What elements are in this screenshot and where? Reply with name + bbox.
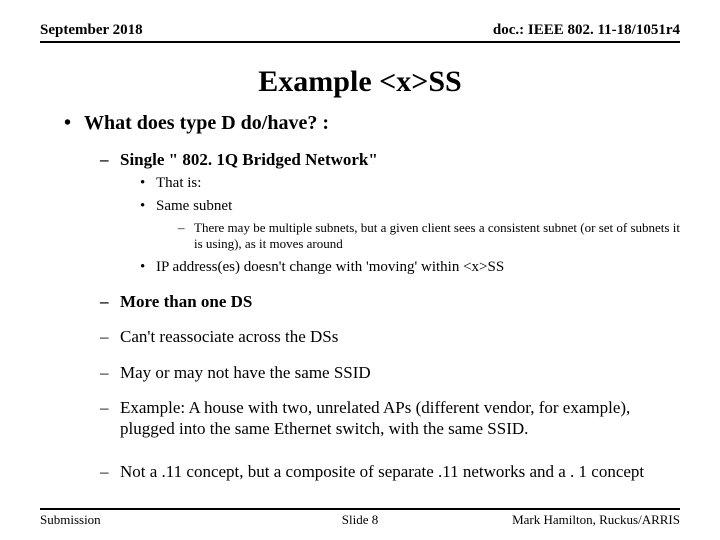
bullet-question: What does type D do/have? :: [40, 111, 680, 135]
bullet-ip-no-change: IP address(es) doesn't change with 'movi…: [40, 258, 680, 277]
bullet-multi-subnets: There may be multiple subnets, but a giv…: [40, 220, 680, 253]
bullet-same-subnet: Same subnet: [40, 197, 680, 216]
bullet-cant-reassoc: Can't reassociate across the DSs: [40, 326, 680, 347]
slide-header: September 2018 doc.: IEEE 802. 11-18/105…: [40, 22, 680, 39]
footer-rule: [40, 508, 680, 510]
bullet-more-than-one-ds: More than one DS: [40, 291, 680, 312]
bullet-that-is: That is:: [40, 174, 680, 193]
footer-center: Slide 8: [0, 512, 720, 528]
bullet-example-house: Example: A house with two, unrelated APs…: [40, 397, 680, 440]
bullet-may-ssid: May or may not have the same SSID: [40, 362, 680, 383]
slide-title: Example <x>SS: [40, 65, 680, 99]
header-date: September 2018: [40, 22, 143, 39]
slide-footer: Submission Slide 8 Mark Hamilton, Ruckus…: [0, 508, 720, 528]
slide-body: What does type D do/have? : Single " 802…: [40, 111, 680, 483]
bullet-not-concept: Not a .11 concept, but a composite of se…: [40, 461, 680, 482]
header-doc: doc.: IEEE 802. 11-18/1051r4: [493, 22, 680, 39]
slide-container: September 2018 doc.: IEEE 802. 11-18/105…: [0, 0, 720, 540]
header-rule: [40, 41, 680, 43]
bullet-single-bridged: Single " 802. 1Q Bridged Network": [40, 149, 680, 170]
